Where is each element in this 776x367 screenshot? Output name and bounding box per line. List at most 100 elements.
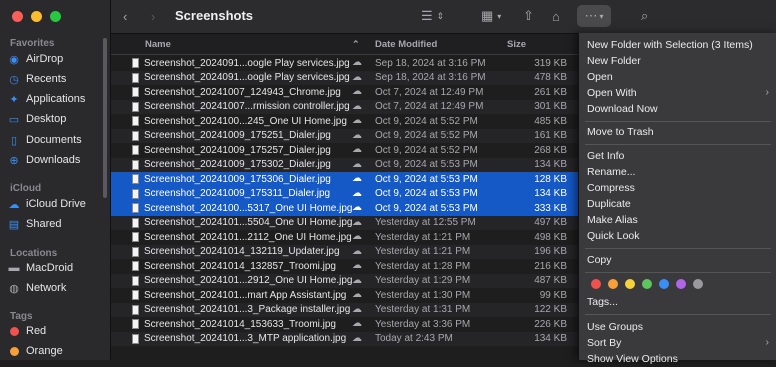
minimize-window-button[interactable] [31, 11, 42, 22]
image-file-icon [132, 246, 139, 257]
download-icon: ⊕ [9, 154, 19, 167]
cloud-download-icon[interactable]: ☁ [352, 333, 362, 344]
sidebar-item-macdroid[interactable]: ▬ MacDroid [8, 259, 104, 277]
file-name: Screenshot_20241007_124943_Chrome.jpg [144, 86, 341, 98]
menu-item-download-now[interactable]: Download Now [587, 103, 769, 117]
share-button[interactable]: ⇧ [523, 8, 534, 24]
file-size: 99 KB [539, 289, 567, 301]
tag-color-dot[interactable] [659, 279, 669, 289]
cloud-download-icon[interactable]: ☁ [352, 130, 362, 141]
menu-item-new-folder[interactable]: New Folder [587, 55, 769, 69]
tag-icon: ⌂ [552, 8, 560, 24]
menu-item-show-view-options[interactable]: Show View Options [587, 353, 769, 367]
cloud-download-icon[interactable]: ☁ [352, 318, 362, 329]
tag-color-dot[interactable] [608, 279, 618, 289]
sidebar-item-label: Applications [26, 93, 86, 105]
back-button[interactable]: ‹ [123, 8, 127, 24]
menu-item-open-with[interactable]: Open With › [587, 86, 769, 101]
sidebar-item-tag-orange[interactable]: Orange [8, 342, 104, 360]
tag-color-dot[interactable] [676, 279, 686, 289]
file-size: 134 KB [534, 159, 567, 170]
file-name: Screenshot_20241009_175251_Dialer.jpg [144, 130, 331, 141]
search-button[interactable]: ⌕ [641, 8, 648, 24]
tag-color-dot[interactable] [693, 279, 703, 289]
cloud-download-icon[interactable]: ☁ [352, 173, 362, 184]
menu-item-sort-by[interactable]: Sort By › [587, 336, 769, 351]
file-date-modified: Yesterday at 3:36 PM [375, 318, 471, 330]
sidebar-item-documents[interactable]: ▯ Documents [8, 131, 104, 149]
menu-item-use-groups[interactable]: Use Groups [587, 321, 769, 335]
cloud-download-icon[interactable]: ☁ [352, 289, 362, 300]
cloud-download-icon[interactable]: ☁ [352, 275, 362, 286]
window-title: Screenshots [175, 8, 254, 23]
window-controls [12, 11, 61, 22]
file-date-modified: Oct 9, 2024 at 5:52 PM [375, 130, 478, 141]
menu-item-new-folder-with-selection[interactable]: New Folder with Selection (3 Items) [587, 39, 769, 53]
forward-button[interactable]: › [151, 8, 155, 24]
file-name: Screenshot_2024101...3_Package installer… [144, 304, 351, 315]
cloud-download-icon[interactable]: ☁ [352, 72, 362, 83]
sidebar-item-airdrop[interactable]: ◉ AirDrop [8, 50, 104, 68]
file-name: Screenshot_2024101...2912_One UI Home.jp… [144, 275, 353, 286]
tag-color-dot[interactable] [591, 279, 601, 289]
tag-color-picker [591, 279, 703, 289]
sidebar-section-locations: Locations [10, 248, 58, 259]
close-window-button[interactable] [12, 11, 23, 22]
action-menu-button[interactable]: ⋯ ▾ [577, 5, 611, 27]
menu-item-copy[interactable]: Copy [587, 254, 769, 268]
zoom-window-button[interactable] [50, 11, 61, 22]
sidebar-item-downloads[interactable]: ⊕ Downloads [8, 151, 104, 169]
file-size: 196 KB [534, 246, 567, 257]
group-button[interactable]: ▦ ▾ [481, 8, 501, 24]
cloud-download-icon[interactable]: ☁ [352, 86, 362, 97]
cloud-download-icon[interactable]: ☁ [352, 231, 362, 242]
cloud-download-icon[interactable]: ☁ [352, 101, 362, 112]
column-header-name[interactable]: Name [145, 39, 171, 50]
file-name: Screenshot_20241007...rmission controlle… [144, 101, 350, 112]
cloud-download-icon[interactable]: ☁ [352, 217, 362, 228]
menu-item-duplicate[interactable]: Duplicate [587, 198, 769, 212]
cloud-download-icon[interactable]: ☁ [352, 159, 362, 170]
sidebar-item-label: MacDroid [26, 262, 74, 274]
file-date-modified: Sep 18, 2024 at 3:16 PM [375, 72, 486, 83]
menu-item-get-info[interactable]: Get Info [587, 150, 769, 164]
column-header-date-modified[interactable]: Date Modified [375, 39, 437, 50]
share-icon: ⇧ [523, 8, 534, 23]
tag-color-dot[interactable] [625, 279, 635, 289]
file-size: 487 KB [534, 275, 567, 286]
file-size: 478 KB [534, 72, 567, 83]
cloud-download-icon[interactable]: ☁ [352, 188, 362, 199]
file-date-modified: Oct 7, 2024 at 12:49 PM [375, 101, 484, 112]
cloud-download-icon[interactable]: ☁ [352, 144, 362, 155]
sidebar-item-desktop[interactable]: ▭ Desktop [8, 110, 104, 128]
view-list-button[interactable]: ☰ ⇕ [421, 8, 444, 24]
column-header-size[interactable]: Size [507, 39, 526, 50]
menu-item-quick-look[interactable]: Quick Look [587, 230, 769, 244]
file-date-modified: Yesterday at 12:55 PM [375, 217, 476, 228]
tag-color-dot[interactable] [642, 279, 652, 289]
sidebar-item-applications[interactable]: ✦ Applications [8, 90, 104, 108]
toolbar: ‹ › Screenshots ☰ ⇕ ▦ ▾ ⇧ ⌂ ⋯ ▾ ⌕ [111, 0, 776, 34]
image-file-icon [132, 116, 139, 126]
file-size: 216 KB [534, 260, 567, 272]
menu-item-compress[interactable]: Compress [587, 182, 769, 196]
menu-item-open[interactable]: Open [587, 71, 769, 85]
image-file-icon [132, 101, 139, 112]
cloud-download-icon[interactable]: ☁ [352, 246, 362, 257]
cloud-download-icon[interactable]: ☁ [352, 304, 362, 315]
sidebar-item-icloud-drive[interactable]: ☁ iCloud Drive [8, 195, 104, 213]
sidebar-item-recents[interactable]: ◷ Recents [8, 70, 104, 88]
sidebar-item-tag-red[interactable]: Red [8, 322, 104, 340]
cloud-download-icon[interactable]: ☁ [352, 57, 362, 68]
file-date-modified: Oct 9, 2024 at 5:52 PM [375, 144, 478, 156]
sidebar-item-network[interactable]: ◍ Network [8, 279, 104, 297]
cloud-download-icon[interactable]: ☁ [352, 260, 362, 271]
tag-button[interactable]: ⌂ [552, 8, 560, 24]
sidebar-item-shared[interactable]: ▤ Shared [8, 215, 104, 233]
cloud-download-icon[interactable]: ☁ [352, 202, 362, 213]
cloud-download-icon[interactable]: ☁ [352, 115, 362, 126]
menu-item-move-to-trash[interactable]: Move to Trash [587, 126, 769, 140]
menu-item-tags[interactable]: Tags... [587, 296, 769, 310]
menu-item-rename[interactable]: Rename... [587, 166, 769, 180]
menu-item-make-alias[interactable]: Make Alias [587, 214, 769, 228]
